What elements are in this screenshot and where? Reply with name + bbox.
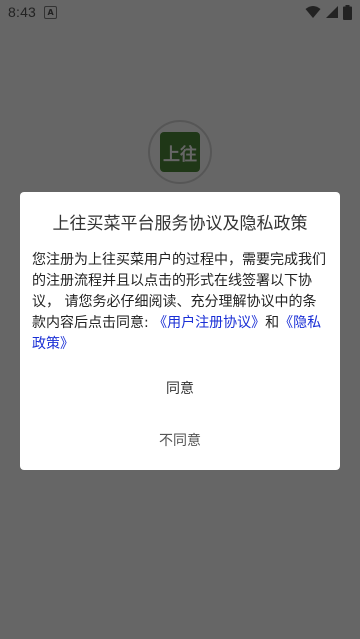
- battery-icon: [343, 4, 352, 20]
- disagree-button[interactable]: 不同意: [32, 431, 328, 451]
- status-bar: 8:43 A: [0, 0, 360, 24]
- dialog-title: 上往买菜平台服务协议及隐私政策: [52, 214, 308, 234]
- status-icons: [305, 4, 352, 20]
- and-text: 和: [265, 315, 280, 331]
- wifi-icon: [305, 6, 321, 18]
- app-screen: 8:43 A 上往 上往买菜平台服务协议及隐私政策 您注册为上往买菜用户的过程中…: [0, 0, 360, 639]
- a-notification-icon: A: [44, 5, 58, 19]
- user-agreement-link[interactable]: 《用户注册协议》: [153, 315, 265, 331]
- signal-icon: [326, 6, 338, 18]
- agree-button[interactable]: 同意: [32, 379, 328, 399]
- dialog-body: 您注册为上往买菜用户的过程中，需要完成我们的注册流程并且以点击的形式在线签署以下…: [32, 250, 328, 355]
- agreement-dialog: 上往买菜平台服务协议及隐私政策 您注册为上往买菜用户的过程中，需要完成我们的注册…: [20, 192, 340, 470]
- status-time: 8:43: [8, 4, 37, 20]
